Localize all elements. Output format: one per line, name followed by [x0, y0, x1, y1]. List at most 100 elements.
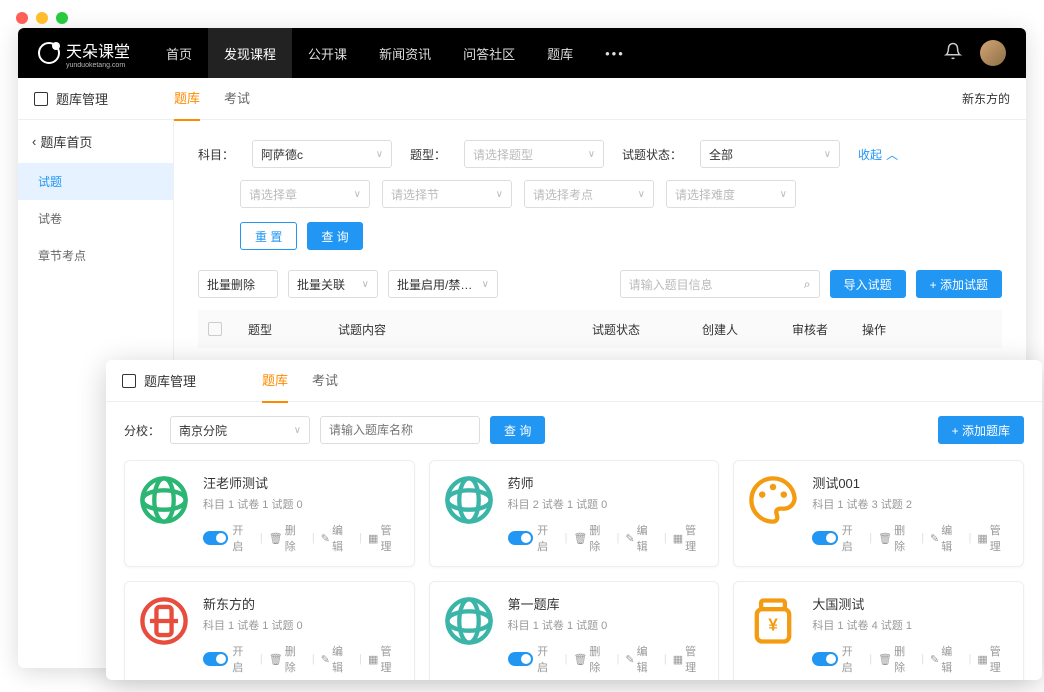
add-question-button[interactable]: + 添加试题	[916, 270, 1002, 298]
search-input[interactable]: 请输入题目信息 ⌕	[620, 270, 820, 298]
card-manage[interactable]: ▦管理	[673, 643, 707, 675]
tab[interactable]: 考试	[312, 360, 338, 403]
section-title: 题库管理	[56, 89, 108, 108]
card-manage[interactable]: ▦管理	[368, 643, 402, 675]
section-select[interactable]: 请选择节∨	[382, 180, 512, 208]
card-edit[interactable]: ✎编辑	[930, 522, 962, 554]
edit-icon: ✎	[930, 653, 939, 666]
card-edit[interactable]: ✎编辑	[625, 522, 657, 554]
library-card[interactable]: 新东方的 科目 1 试卷 1 试题 0 开启 | 🗑删除 | ✎编辑 | ▦管理	[124, 581, 415, 680]
query-button[interactable]: 查 询	[490, 416, 545, 444]
card-manage[interactable]: ▦管理	[977, 522, 1011, 554]
nav-item[interactable]: 公开课	[292, 28, 363, 78]
nav-item[interactable]: 首页	[150, 28, 208, 78]
close-dot[interactable]	[16, 12, 28, 24]
library-card[interactable]: 汪老师测试 科目 1 试卷 1 试题 0 开启 | 🗑删除 | ✎编辑 | ▦管…	[124, 460, 415, 567]
logo[interactable]: 天朵课堂 yunduoketang.com	[38, 38, 130, 69]
card-meta: 科目 2 试卷 1 试题 0	[508, 496, 707, 512]
card-manage[interactable]: ▦管理	[977, 643, 1011, 675]
minimize-dot[interactable]	[36, 12, 48, 24]
section-title: 题库管理	[144, 371, 196, 390]
card-delete[interactable]: 🗑删除	[878, 522, 915, 554]
type-label: 题型：	[410, 146, 446, 163]
card-title: 第一题库	[508, 594, 707, 613]
open-toggle[interactable]	[203, 531, 228, 545]
logo-subtext: yunduoketang.com	[66, 62, 130, 69]
branch-select[interactable]: 南京分院∨	[170, 416, 310, 444]
library-card[interactable]: 测试001 科目 1 试卷 3 试题 2 开启 | 🗑删除 | ✎编辑 | ▦管…	[733, 460, 1024, 567]
bell-icon[interactable]	[944, 42, 962, 65]
library-card[interactable]: 第一题库 科目 1 试卷 1 试题 0 开启 | 🗑删除 | ✎编辑 | ▦管理	[429, 581, 720, 680]
top-navigation: 天朵课堂 yunduoketang.com 首页发现课程公开课新闻资讯问答社区题…	[18, 28, 1026, 78]
maximize-dot[interactable]	[56, 12, 68, 24]
library-card[interactable]: 药师 科目 2 试卷 1 试题 0 开启 | 🗑删除 | ✎编辑 | ▦管理	[429, 460, 720, 567]
tab[interactable]: 考试	[224, 76, 250, 121]
card-edit[interactable]: ✎编辑	[930, 643, 962, 675]
batch-link-button[interactable]: 批量关联∨	[288, 270, 378, 298]
type-select[interactable]: 请选择题型∨	[464, 140, 604, 168]
sidebar-item[interactable]: 章节考点	[18, 237, 173, 274]
batch-delete-button[interactable]: 批量删除	[198, 270, 278, 298]
reset-button[interactable]: 重 置	[240, 222, 297, 250]
library-search-input[interactable]	[320, 416, 480, 444]
sidebar-item[interactable]: 试题	[18, 163, 173, 200]
sidebar-back[interactable]: ‹ 题库首页	[18, 120, 173, 163]
card-delete[interactable]: 🗑删除	[573, 522, 610, 554]
add-library-button[interactable]: + 添加题库	[938, 416, 1024, 444]
open-toggle[interactable]	[508, 531, 533, 545]
card-title: 新东方的	[203, 594, 402, 613]
subject-label: 科目：	[198, 146, 234, 163]
nav-more[interactable]: •••	[589, 46, 641, 61]
open-toggle[interactable]	[203, 652, 228, 666]
open-toggle[interactable]	[812, 531, 837, 545]
sidebar-item[interactable]: 试卷	[18, 200, 173, 237]
nav-item[interactable]: 发现课程	[208, 28, 292, 78]
chevron-down-icon: ∨	[376, 149, 383, 160]
nav-item[interactable]: 题库	[531, 28, 589, 78]
chapter-select[interactable]: 请选择章∨	[240, 180, 370, 208]
card-delete[interactable]: 🗑删除	[269, 643, 306, 675]
tab[interactable]: 题库	[174, 76, 200, 121]
tab[interactable]: 题库	[262, 360, 288, 403]
card-delete[interactable]: 🗑删除	[269, 522, 306, 554]
library-card[interactable]: ¥ 大国测试 科目 1 试卷 4 试题 1 开启 | 🗑删除 | ✎编辑 | ▦…	[733, 581, 1024, 680]
chevron-down-icon: ∨	[588, 149, 595, 160]
select-all-checkbox[interactable]	[208, 322, 222, 336]
card-title: 汪老师测试	[203, 473, 402, 492]
palette-orange-icon	[746, 473, 800, 527]
doc-icon	[122, 374, 136, 388]
open-toggle[interactable]	[508, 652, 533, 666]
card-edit[interactable]: ✎编辑	[321, 643, 353, 675]
card-manage[interactable]: ▦管理	[673, 522, 707, 554]
query-button[interactable]: 查 询	[307, 222, 362, 250]
avatar[interactable]	[980, 40, 1006, 66]
card-meta: 科目 1 试卷 1 试题 0	[203, 617, 402, 633]
card-edit[interactable]: ✎编辑	[625, 643, 657, 675]
trash-icon: 🗑	[269, 532, 283, 545]
breadcrumb: 新东方的	[962, 90, 1010, 107]
card-title: 药师	[508, 473, 707, 492]
svg-text:¥: ¥	[769, 615, 779, 635]
trash-icon: 🗑	[269, 653, 283, 666]
open-toggle[interactable]	[812, 652, 837, 666]
nav-item[interactable]: 新闻资讯	[363, 28, 447, 78]
grid-icon: ▦	[977, 653, 987, 666]
status-select[interactable]: 全部∨	[700, 140, 840, 168]
subject-select[interactable]: 阿萨德c∨	[252, 140, 392, 168]
point-select[interactable]: 请选择考点∨	[524, 180, 654, 208]
card-manage[interactable]: ▦管理	[368, 522, 402, 554]
batch-toggle-button[interactable]: 批量启用/禁…∨	[388, 270, 498, 298]
nav-item[interactable]: 问答社区	[447, 28, 531, 78]
difficulty-select[interactable]: 请选择难度∨	[666, 180, 796, 208]
card-delete[interactable]: 🗑删除	[878, 643, 915, 675]
card-edit[interactable]: ✎编辑	[321, 522, 353, 554]
import-button[interactable]: 导入试题	[830, 270, 906, 298]
globe-teal-icon	[442, 473, 496, 527]
th-reviewer: 审核者	[792, 321, 862, 338]
edit-icon: ✎	[321, 653, 330, 666]
collapse-toggle[interactable]: 收起 ︿	[858, 146, 898, 163]
card-delete[interactable]: 🗑删除	[573, 643, 610, 675]
grid-icon: ▦	[673, 532, 683, 545]
open-label: 开启	[537, 522, 559, 554]
search-icon: ⌕	[804, 277, 811, 292]
